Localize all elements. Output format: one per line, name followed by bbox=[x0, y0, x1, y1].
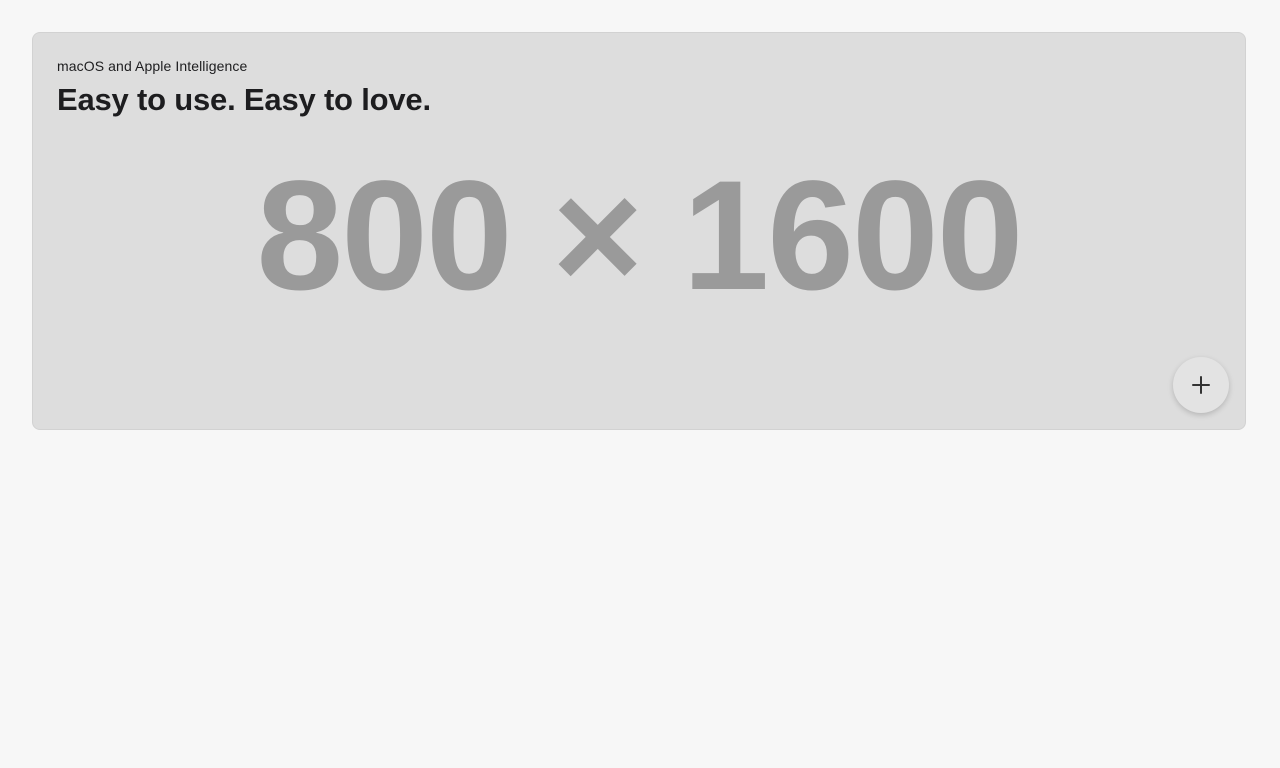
card-eyebrow: macOS and Apple Intelligence bbox=[57, 58, 248, 74]
image-placeholder: 800 × 1600 bbox=[256, 149, 1023, 323]
feature-card: macOS and Apple Intelligence Easy to use… bbox=[32, 32, 1246, 430]
card-headline: Easy to use. Easy to love. bbox=[57, 82, 431, 117]
add-button[interactable] bbox=[1173, 357, 1229, 413]
plus-icon bbox=[1192, 376, 1210, 394]
